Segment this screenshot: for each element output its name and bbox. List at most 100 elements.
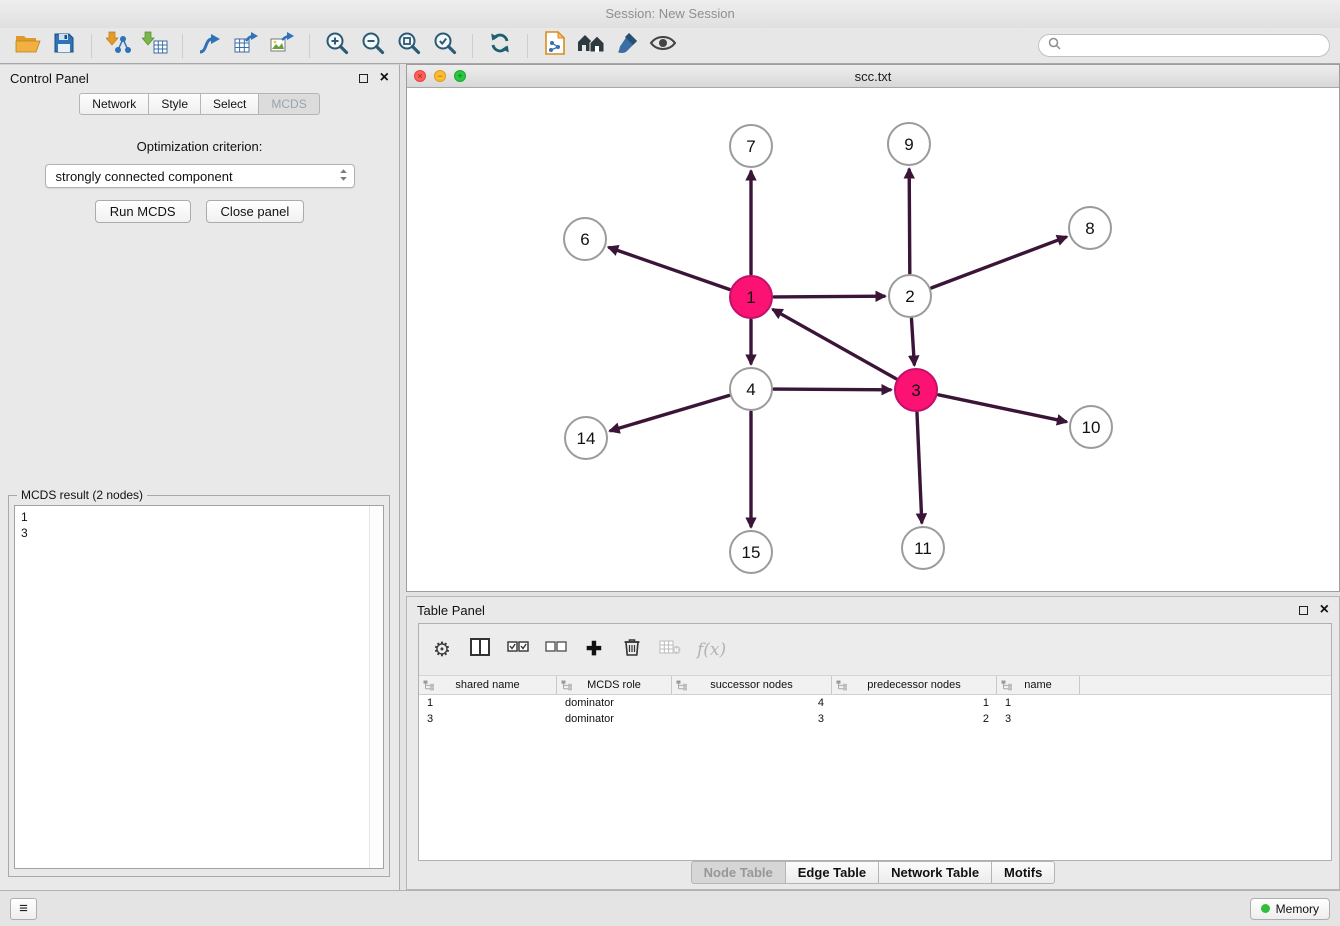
- function-icon: f(x): [697, 640, 726, 660]
- graph-node-8[interactable]: 8: [1069, 207, 1111, 249]
- graph-edge-4-14[interactable]: [611, 396, 729, 431]
- graph-node-label: 8: [1085, 219, 1094, 238]
- graph-edge-2-8[interactable]: [932, 237, 1066, 288]
- window-title: Session: New Session: [605, 6, 734, 21]
- column-type-icon: [423, 680, 435, 694]
- table-tab-edge-table[interactable]: Edge Table: [786, 861, 879, 884]
- column-header-predecessor-nodes[interactable]: predecessor nodes: [832, 676, 997, 694]
- result-scrollbar[interactable]: [369, 506, 383, 868]
- close-window-button[interactable]: ×: [414, 70, 426, 82]
- table-settings-button[interactable]: ⚙: [431, 637, 453, 663]
- zoom-out-button[interactable]: [355, 31, 391, 61]
- import-table-button[interactable]: [137, 31, 173, 61]
- mcds-result-item[interactable]: 3: [21, 525, 377, 541]
- graph-edge-1-2[interactable]: [774, 296, 884, 297]
- control-panel-tab-select[interactable]: Select: [201, 93, 259, 115]
- table-cell[interactable]: 3: [672, 711, 832, 727]
- table-cell[interactable]: dominator: [557, 695, 672, 711]
- network-graph[interactable]: 7 9 6 8 1 2 4 3 14 10 15 11: [407, 88, 1339, 591]
- table-cell[interactable]: 3: [419, 711, 557, 727]
- table-tab-network-table[interactable]: Network Table: [879, 861, 992, 884]
- table-cell[interactable]: dominator: [557, 711, 672, 727]
- graph-node-4[interactable]: 4: [730, 368, 772, 410]
- graph-edge-3-1[interactable]: [774, 310, 896, 379]
- delete-columns-button[interactable]: [621, 637, 643, 663]
- graph-edge-2-9[interactable]: [909, 170, 910, 273]
- select-all-columns-button[interactable]: [507, 637, 529, 663]
- graph-edge-3-10[interactable]: [939, 395, 1066, 422]
- import-network-button[interactable]: [101, 31, 137, 61]
- delete-table-button[interactable]: [659, 637, 681, 663]
- search-input[interactable]: [1066, 39, 1320, 53]
- graph-edge-3-11[interactable]: [917, 413, 922, 522]
- refresh-view-button[interactable]: [482, 31, 518, 61]
- table-tab-node-table[interactable]: Node Table: [691, 861, 786, 884]
- control-panel: Control Panel × NetworkStyleSelectMCDS O…: [0, 64, 400, 890]
- show-graphics-details-button[interactable]: [645, 31, 681, 61]
- function-builder-button[interactable]: f(x): [697, 637, 726, 663]
- close-panel-button[interactable]: Close panel: [206, 200, 305, 223]
- apply-style-button[interactable]: [609, 31, 645, 61]
- close-table-panel-icon[interactable]: ×: [1320, 604, 1329, 616]
- minimize-window-button[interactable]: −: [434, 70, 446, 82]
- graph-node-10[interactable]: 10: [1070, 406, 1112, 448]
- close-control-panel-icon[interactable]: ×: [380, 72, 389, 84]
- graph-node-3[interactable]: 3: [895, 369, 937, 411]
- graph-edge-2-3[interactable]: [912, 319, 915, 364]
- mcds-result-item[interactable]: 1: [21, 509, 377, 525]
- table-cell[interactable]: 2: [832, 711, 997, 727]
- export-network-button[interactable]: [192, 31, 228, 61]
- control-panel-tab-mcds[interactable]: MCDS: [259, 93, 319, 115]
- table-row[interactable]: 3dominator323: [419, 711, 1331, 727]
- deselect-all-columns-button[interactable]: [545, 637, 567, 663]
- run-mcds-button[interactable]: Run MCDS: [95, 200, 191, 223]
- column-header-name[interactable]: name: [997, 676, 1080, 694]
- optimization-criterion-dropdown[interactable]: strongly connected component: [45, 164, 355, 188]
- maximize-window-button[interactable]: +: [454, 70, 466, 82]
- table-cell[interactable]: 1: [419, 695, 557, 711]
- column-header-successor-nodes[interactable]: successor nodes: [672, 676, 832, 694]
- graph-node-1[interactable]: 1: [730, 276, 772, 318]
- memory-button-label: Memory: [1276, 902, 1319, 916]
- network-window-title: scc.txt: [407, 69, 1339, 84]
- column-header-label: MCDS role: [587, 679, 641, 691]
- graph-edge-1-6[interactable]: [610, 248, 730, 290]
- open-file-button[interactable]: [10, 31, 46, 61]
- task-history-button[interactable]: ≡: [10, 898, 37, 920]
- graph-node-11[interactable]: 11: [902, 527, 944, 569]
- table-tab-motifs[interactable]: Motifs: [992, 861, 1055, 884]
- export-image-button[interactable]: [264, 31, 300, 61]
- save-session-button[interactable]: [46, 31, 82, 61]
- column-header-shared-name[interactable]: shared name: [419, 676, 557, 694]
- network-overview-button[interactable]: [573, 31, 609, 61]
- table-cell[interactable]: 1: [832, 695, 997, 711]
- search-box[interactable]: [1038, 34, 1330, 57]
- graph-node-14[interactable]: 14: [565, 417, 607, 459]
- graph-node-9[interactable]: 9: [888, 123, 930, 165]
- table-cell[interactable]: 4: [672, 695, 832, 711]
- memory-button[interactable]: Memory: [1250, 898, 1330, 920]
- table-row[interactable]: 1dominator411: [419, 695, 1331, 711]
- table-cell[interactable]: 3: [997, 711, 1080, 727]
- graph-node-2[interactable]: 2: [889, 275, 931, 317]
- control-panel-tab-network[interactable]: Network: [79, 93, 149, 115]
- show-columns-button[interactable]: [469, 637, 491, 663]
- copy-network-button[interactable]: [537, 31, 573, 61]
- network-window-titlebar: × − + scc.txt: [407, 65, 1339, 88]
- export-table-button[interactable]: [228, 31, 264, 61]
- graph-node-15[interactable]: 15: [730, 531, 772, 573]
- mcds-result-list[interactable]: 13: [14, 505, 384, 869]
- graph-node-7[interactable]: 7: [730, 125, 772, 167]
- graph-edge-4-3[interactable]: [774, 389, 890, 390]
- zoom-fit-button[interactable]: [391, 31, 427, 61]
- table-toolbar: ⚙ ✚ f(x): [419, 624, 1331, 676]
- column-header-MCDS-role[interactable]: MCDS role: [557, 676, 672, 694]
- zoom-in-button[interactable]: [319, 31, 355, 61]
- add-column-button[interactable]: ✚: [583, 637, 605, 663]
- float-table-panel-icon[interactable]: [1299, 606, 1308, 615]
- table-cell[interactable]: 1: [997, 695, 1080, 711]
- zoom-selected-button[interactable]: [427, 31, 463, 61]
- float-panel-icon[interactable]: [359, 74, 368, 83]
- control-panel-tab-style[interactable]: Style: [149, 93, 201, 115]
- graph-node-6[interactable]: 6: [564, 218, 606, 260]
